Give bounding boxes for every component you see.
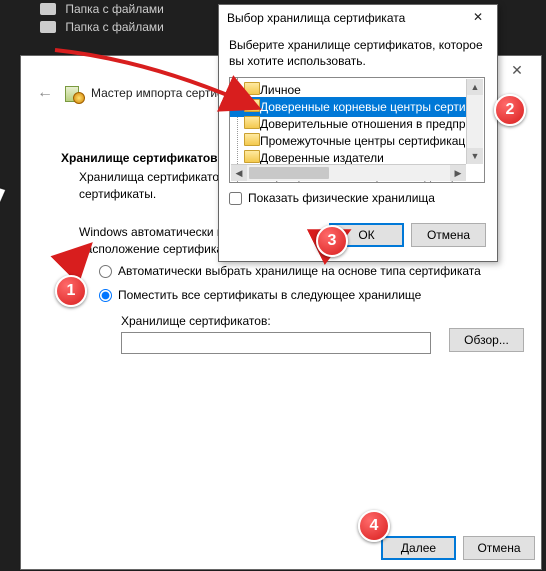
tree-item-label: Доверенные корневые центры сертификации — [260, 100, 466, 114]
scroll-right-icon[interactable]: ▶ — [450, 165, 466, 181]
radio-auto-label: Автоматически выбрать хранилище на основ… — [118, 264, 481, 278]
annotation-badge-4: 4 — [358, 510, 390, 542]
browse-button[interactable]: Обзор... — [449, 328, 524, 352]
cancel-button[interactable]: Отмена — [463, 536, 535, 560]
show-physical-checkbox[interactable]: Показать физические хранилища — [229, 191, 435, 205]
store-input[interactable] — [121, 332, 431, 354]
annotation-badge-2: 2 — [494, 94, 526, 126]
show-physical-label: Показать физические хранилища — [248, 191, 435, 205]
store-selection-dialog: Выбор хранилища сертификата ✕ Выберите х… — [218, 4, 498, 262]
tree-item-label: Доверенные издатели — [260, 151, 384, 165]
scrollbar-vertical[interactable]: ▲ ▼ — [466, 79, 483, 164]
show-physical-input[interactable] — [229, 192, 242, 205]
explorer-row-label: Папка с файлами — [65, 20, 164, 34]
close-icon[interactable]: ✕ — [497, 58, 537, 82]
radio-place-store[interactable]: Поместить все сертификаты в следующее хр… — [99, 288, 421, 302]
certificate-store-tree[interactable]: Личное Доверенные корневые центры сертифи… — [229, 77, 485, 183]
tree-item-label: Промежуточные центры сертификации — [260, 134, 466, 148]
scroll-down-icon[interactable]: ▼ — [467, 148, 483, 164]
radio-auto-select[interactable]: Автоматически выбрать хранилище на основ… — [99, 264, 481, 278]
radio-place-label: Поместить все сертификаты в следующее хр… — [118, 288, 421, 302]
radio-place-input[interactable] — [99, 289, 112, 302]
scroll-up-icon[interactable]: ▲ — [467, 79, 483, 95]
back-arrow-icon[interactable]: ← — [37, 84, 57, 102]
certificate-icon — [65, 84, 83, 102]
tree-item-label: Личное — [260, 83, 301, 97]
scrollbar-thumb[interactable] — [249, 167, 329, 179]
annotation-badge-1: 1 — [55, 275, 87, 307]
dialog-instruction: Выберите хранилище сертификатов, которое… — [229, 37, 487, 69]
section-title: Хранилище сертификатов — [61, 151, 218, 165]
explorer-row: Папка с файлами — [40, 20, 164, 34]
next-button[interactable]: Далее — [381, 536, 456, 560]
folder-icon — [40, 21, 56, 33]
tree-item-label: Доверительные отношения в предприятии — [260, 117, 466, 131]
cancel-button[interactable]: Отмена — [411, 223, 486, 247]
scroll-left-icon[interactable]: ◀ — [231, 165, 247, 181]
close-icon[interactable]: ✕ — [461, 7, 495, 27]
explorer-row-label: Папка с файлами — [65, 2, 164, 16]
folder-icon — [40, 3, 56, 15]
dialog-title: Выбор хранилища сертификата — [227, 11, 405, 25]
store-field-label: Хранилище сертификатов: — [121, 314, 271, 328]
scrollbar-horizontal[interactable]: ◀ ▶ — [231, 164, 466, 181]
explorer-row: Папка с файлами — [40, 2, 164, 16]
radio-auto-input[interactable] — [99, 265, 112, 278]
annotation-badge-3: 3 — [316, 225, 348, 257]
